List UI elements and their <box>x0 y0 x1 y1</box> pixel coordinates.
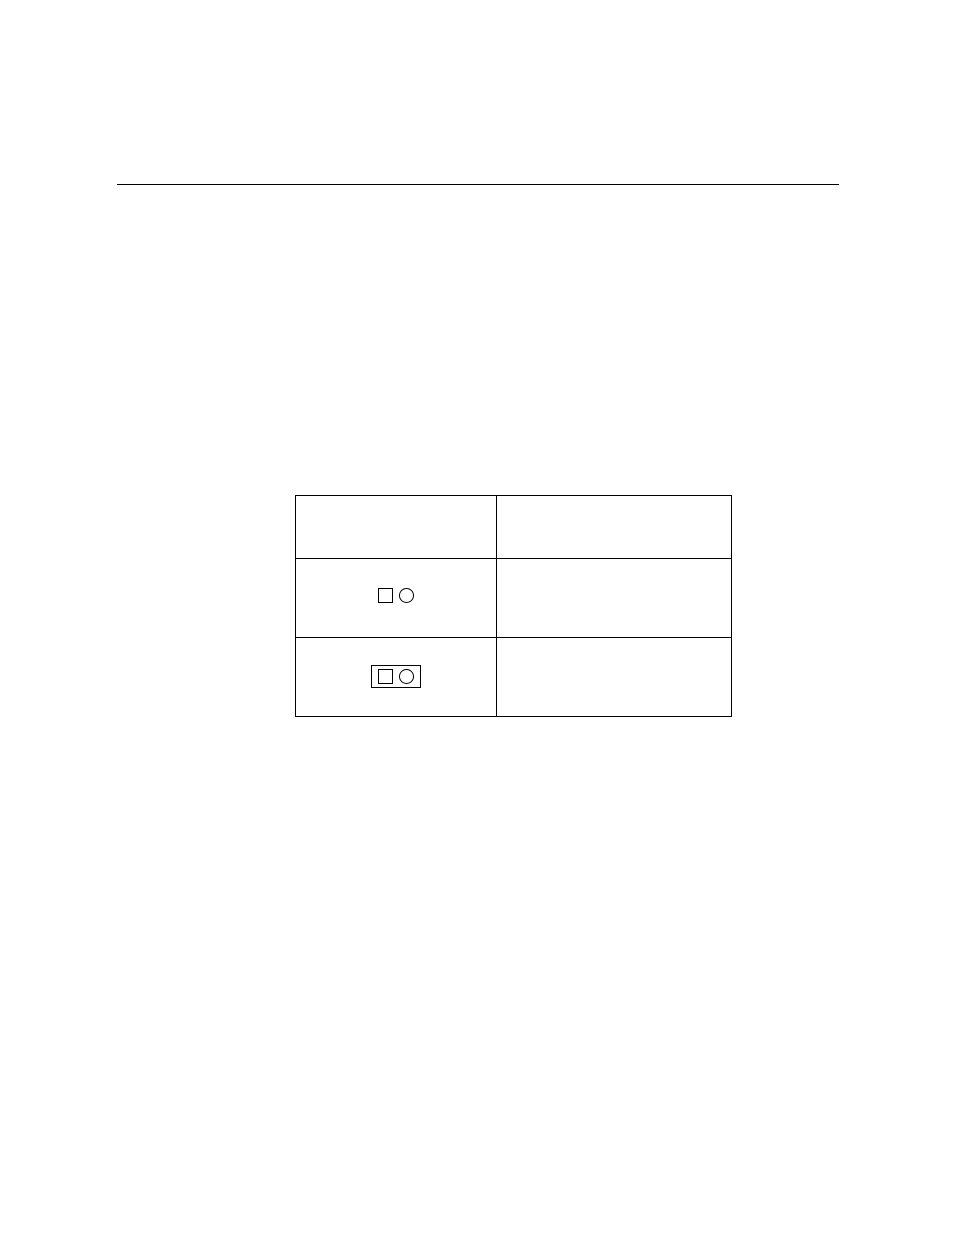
setting-cell-open <box>296 559 497 638</box>
jumper-settings-table <box>295 495 732 717</box>
table-header-setting <box>296 496 497 559</box>
pin-circle-icon <box>399 588 414 603</box>
table-row <box>296 559 732 638</box>
config-cell-open <box>497 559 732 638</box>
pin-circle-icon <box>399 669 414 684</box>
header-rule <box>117 184 839 185</box>
table-row <box>296 638 732 717</box>
jumper-open-icon <box>378 588 414 603</box>
jumper-shorted-icon <box>371 665 421 688</box>
pin-square-icon <box>378 669 393 684</box>
setting-cell-shorted <box>296 638 497 717</box>
config-cell-shorted <box>497 638 732 717</box>
table-header-row <box>296 496 732 559</box>
table-header-config <box>497 496 732 559</box>
pin-square-icon <box>378 588 393 603</box>
